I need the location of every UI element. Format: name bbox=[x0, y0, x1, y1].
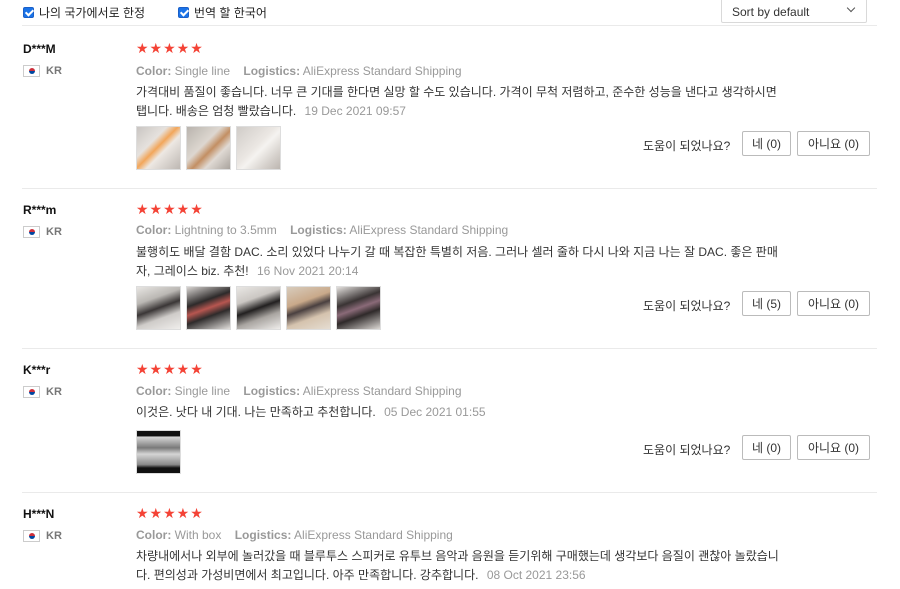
review-date: 16 Nov 2021 20:14 bbox=[256, 264, 359, 278]
country-code: KR bbox=[46, 226, 62, 238]
divider bbox=[22, 492, 877, 493]
country-code: KR bbox=[46, 386, 62, 398]
color-value: Single line bbox=[174, 384, 231, 398]
review-body: 가격대비 품질이 좋습니다. 너무 큰 기대를 한다면 실망 할 수도 있습니다… bbox=[136, 85, 777, 118]
review-photo[interactable] bbox=[186, 126, 231, 170]
logistics-value: AliExpress Standard Shipping bbox=[349, 223, 509, 237]
color-value: With box bbox=[174, 528, 222, 542]
helpful-question: 도움이 되었나요? bbox=[643, 443, 731, 457]
review-text: 가격대비 품질이 좋습니다. 너무 큰 기대를 한다면 실망 할 수도 있습니다… bbox=[136, 83, 781, 121]
review-meta: Color: Lightning to 3.5mm Logistics: Ali… bbox=[136, 223, 518, 237]
sort-dropdown-value: Sort by default bbox=[732, 5, 810, 19]
reviewer-country: KR bbox=[23, 226, 62, 238]
color-label: Color: bbox=[136, 528, 172, 542]
korea-flag-icon bbox=[23, 386, 40, 398]
color-label: Color: bbox=[136, 64, 172, 78]
own-country-filter-label: 나의 국가에서로 한정 bbox=[39, 6, 146, 20]
review-body: 차량내에서나 외부에 놀러갔을 때 블루투스 스피커로 유투브 음악과 음원을 … bbox=[136, 549, 779, 582]
review-photos bbox=[136, 286, 381, 330]
helpful-question: 도움이 되었나요? bbox=[643, 299, 731, 313]
own-country-filter[interactable]: 나의 국가에서로 한정 bbox=[23, 4, 145, 21]
review-body: 불행히도 배달 결함 DAC. 소리 있었다 나누기 갈 때 복잡한 특별히 저… bbox=[136, 245, 778, 278]
checkbox-checked-icon[interactable] bbox=[178, 7, 189, 18]
review-photos bbox=[136, 126, 281, 170]
logistics-label: Logistics: bbox=[243, 384, 301, 398]
divider bbox=[22, 188, 877, 189]
helpful-question: 도움이 되었나요? bbox=[643, 139, 731, 153]
review-photo[interactable] bbox=[336, 286, 381, 330]
review-meta: Color: With box Logistics: AliExpress St… bbox=[136, 528, 463, 542]
logistics-label: Logistics: bbox=[290, 223, 347, 237]
review-photo[interactable] bbox=[186, 286, 231, 330]
review-photo[interactable] bbox=[236, 286, 281, 330]
review-photo[interactable] bbox=[136, 126, 181, 170]
review-text: 차량내에서나 외부에 놀러갔을 때 블루투스 스피커로 유투브 음악과 음원을 … bbox=[136, 547, 781, 585]
logistics-label: Logistics: bbox=[243, 64, 301, 78]
review-date: 05 Dec 2021 01:55 bbox=[384, 405, 486, 419]
logistics-value: AliExpress Standard Shipping bbox=[302, 64, 462, 78]
star-rating: ★★★★★ bbox=[136, 201, 204, 217]
star-rating: ★★★★★ bbox=[136, 505, 204, 521]
review-meta: Color: Single line Logistics: AliExpress… bbox=[136, 64, 472, 78]
helpful-yes-button[interactable]: 네 (0) bbox=[742, 435, 791, 460]
translate-filter-label: 번역 할 한국어 bbox=[194, 6, 267, 20]
review-text: 이것은. 낫다 내 기대. 나는 만족하고 추천합니다. 05 Dec 2021… bbox=[136, 403, 781, 422]
helpful-no-button[interactable]: 아니요 (0) bbox=[797, 131, 870, 156]
review-photo[interactable] bbox=[136, 430, 181, 474]
korea-flag-icon bbox=[23, 226, 40, 238]
korea-flag-icon bbox=[23, 65, 40, 77]
sort-dropdown[interactable]: Sort by default bbox=[721, 0, 867, 23]
reviewer-name: R***m bbox=[23, 203, 57, 217]
reviewer-country: KR bbox=[23, 65, 62, 77]
logistics-value: AliExpress Standard Shipping bbox=[302, 384, 462, 398]
star-rating: ★★★★★ bbox=[136, 40, 204, 56]
color-value: Lightning to 3.5mm bbox=[174, 223, 277, 237]
reviewer-name: D***M bbox=[23, 42, 56, 56]
review-filter-bar: 나의 국가에서로 한정 번역 할 한국어 Sort by default bbox=[0, 0, 900, 24]
reviewer-name: H***N bbox=[23, 507, 55, 521]
color-value: Single line bbox=[174, 64, 231, 78]
reviewer-country: KR bbox=[23, 386, 62, 398]
chevron-down-icon bbox=[846, 3, 856, 13]
reviewer-country: KR bbox=[23, 530, 62, 542]
review-date: 19 Dec 2021 09:57 bbox=[304, 104, 406, 118]
review-photo[interactable] bbox=[236, 126, 281, 170]
helpful-no-button[interactable]: 아니요 (0) bbox=[797, 291, 870, 316]
star-rating: ★★★★★ bbox=[136, 361, 204, 377]
logistics-value: AliExpress Standard Shipping bbox=[294, 528, 453, 542]
color-label: Color: bbox=[136, 384, 172, 398]
color-label: Color: bbox=[136, 223, 172, 237]
reviewer-name: K***r bbox=[23, 363, 51, 377]
review-meta: Color: Single line Logistics: AliExpress… bbox=[136, 384, 472, 398]
country-code: KR bbox=[46, 530, 62, 542]
helpful-yes-button[interactable]: 네 (5) bbox=[742, 291, 791, 316]
helpful-yes-button[interactable]: 네 (0) bbox=[742, 131, 791, 156]
logistics-label: Logistics: bbox=[234, 528, 292, 542]
review-date: 08 Oct 2021 23:56 bbox=[486, 568, 586, 582]
translate-filter[interactable]: 번역 할 한국어 bbox=[178, 4, 267, 21]
review-photo[interactable] bbox=[136, 286, 181, 330]
review-text: 불행히도 배달 결함 DAC. 소리 있었다 나누기 갈 때 복잡한 특별히 저… bbox=[136, 243, 781, 281]
review-body: 이것은. 낫다 내 기대. 나는 만족하고 추천합니다. bbox=[136, 405, 376, 419]
divider bbox=[22, 25, 877, 26]
review-photos bbox=[136, 430, 181, 474]
korea-flag-icon bbox=[23, 530, 40, 542]
helpful-no-button[interactable]: 아니요 (0) bbox=[797, 435, 870, 460]
country-code: KR bbox=[46, 65, 62, 77]
checkbox-checked-icon[interactable] bbox=[23, 7, 34, 18]
divider bbox=[22, 348, 877, 349]
review-photo[interactable] bbox=[286, 286, 331, 330]
